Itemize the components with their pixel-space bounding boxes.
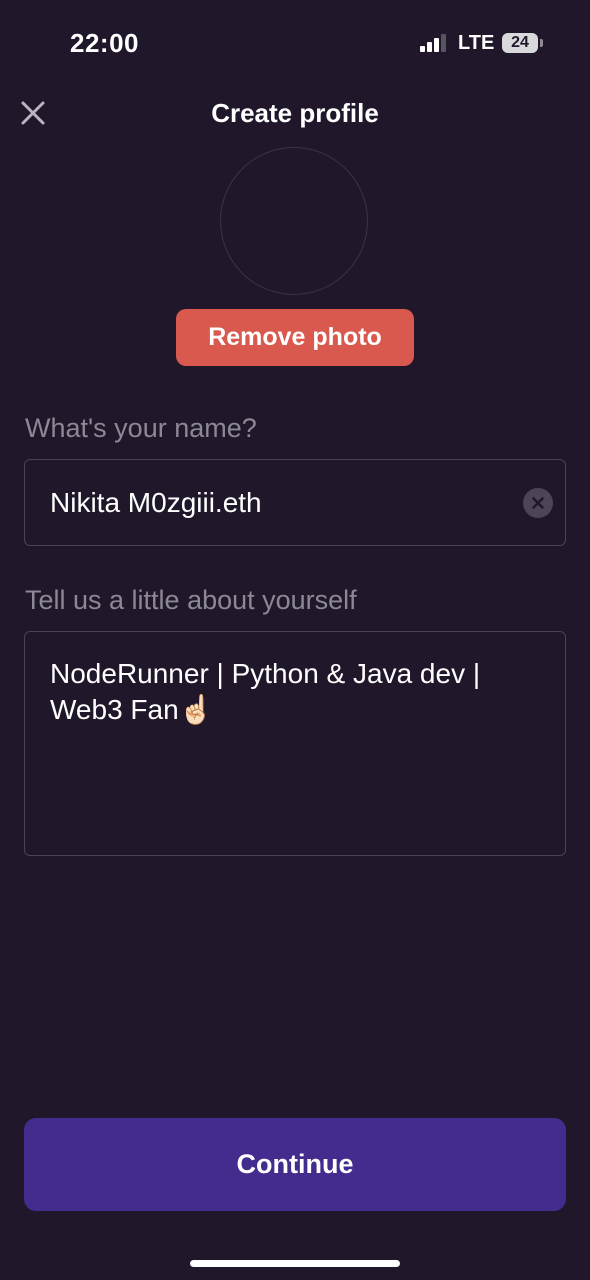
- battery-icon: 24: [502, 33, 538, 53]
- name-field-label: What's your name?: [25, 413, 257, 443]
- avatar-placeholder[interactable]: [220, 147, 368, 295]
- battery-level: 24: [511, 34, 529, 51]
- signal-strength-icon: [420, 34, 448, 52]
- status-time: 22:00: [70, 28, 139, 58]
- network-type: LTE: [458, 32, 495, 54]
- page-title: Create profile: [211, 98, 379, 128]
- remove-photo-button[interactable]: Remove photo: [176, 309, 414, 366]
- name-input[interactable]: [50, 484, 510, 522]
- battery-tip: [540, 39, 543, 47]
- bio-field-label: Tell us a little about yourself: [25, 585, 357, 615]
- name-field-container[interactable]: [24, 459, 566, 546]
- status-bar: 22:00 LTE 24: [0, 0, 590, 88]
- clear-circle-icon: [532, 497, 544, 509]
- bio-text: NodeRunner | Python & Java dev | Web3 Fa…: [50, 658, 481, 725]
- continue-button[interactable]: Continue: [24, 1118, 566, 1211]
- bio-textarea[interactable]: NodeRunner | Python & Java dev | Web3 Fa…: [24, 631, 566, 856]
- home-indicator[interactable]: [190, 1260, 400, 1267]
- clear-name-button[interactable]: [523, 488, 553, 518]
